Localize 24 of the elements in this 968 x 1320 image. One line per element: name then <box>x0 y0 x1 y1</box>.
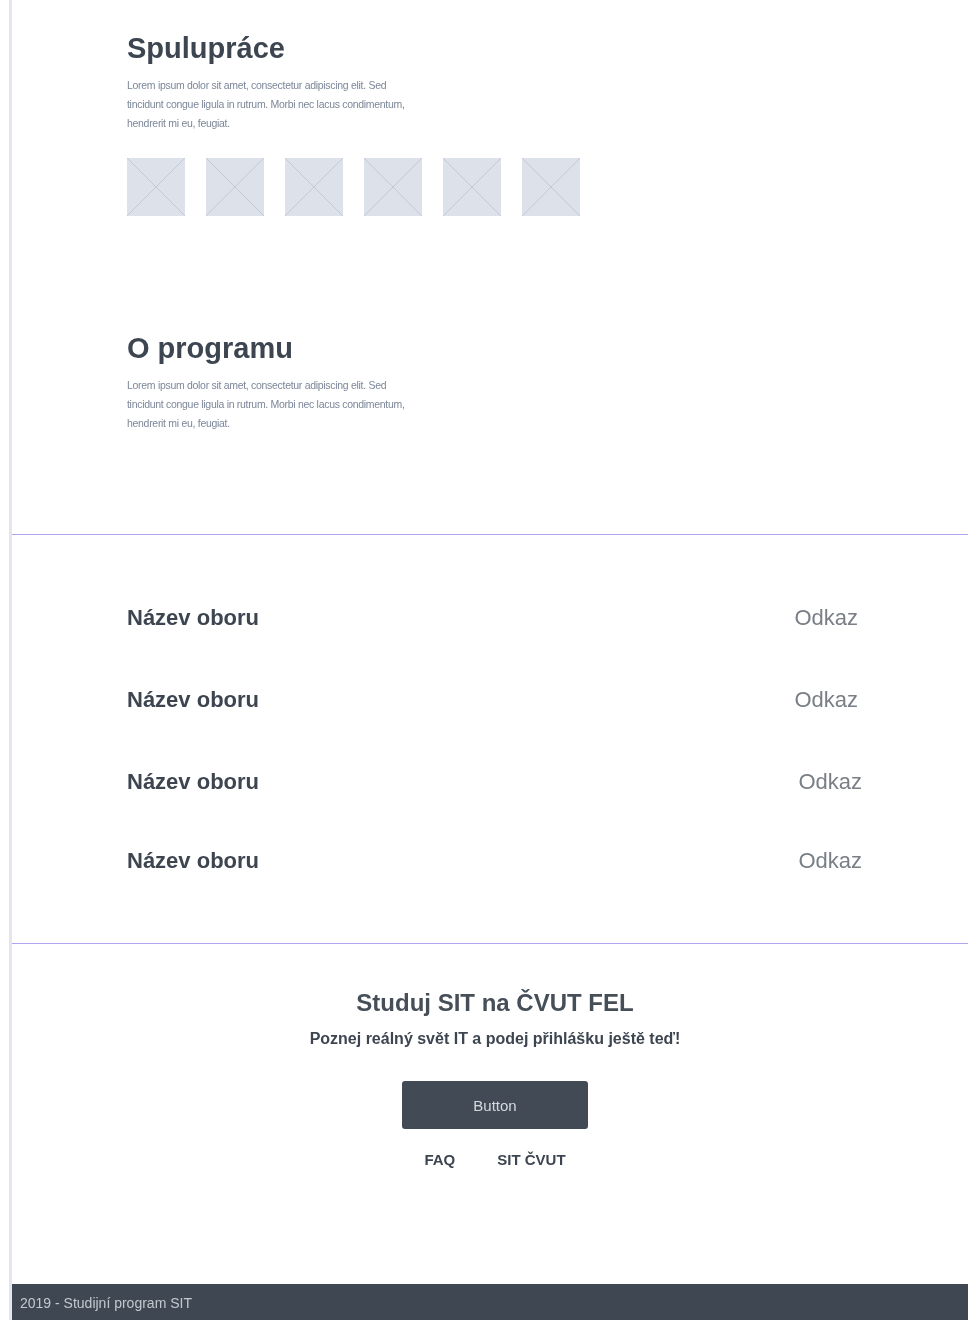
field-name: Název oboru <box>127 605 260 631</box>
image-placeholder-icon <box>206 158 264 216</box>
field-link[interactable]: Odkaz <box>798 848 862 874</box>
section-heading: Spulupráce <box>127 31 286 66</box>
footer-text: 2019 - Studijní program SIT <box>12 1284 968 1320</box>
image-placeholder-icon <box>443 158 501 216</box>
image-placeholder-icon <box>127 158 185 216</box>
field-name: Název oboru <box>127 687 260 713</box>
field-name: Název oboru <box>127 848 260 874</box>
field-link[interactable]: Odkaz <box>798 769 862 795</box>
section-heading: O programu <box>127 331 294 366</box>
field-name: Název oboru <box>127 769 260 795</box>
section-text: Lorem ipsum dolor sit amet, consectetur adipiscing elit. Sed tincidunt congue ligula in rutrum. Morbi nec lacus condimentum, hendrerit mi eu, feugiat. <box>127 378 406 431</box>
field-link[interactable]: Odkaz <box>794 605 858 631</box>
image-placeholder-icon <box>364 158 422 216</box>
image-placeholder-icon <box>285 158 343 216</box>
field-link[interactable]: Odkaz <box>794 687 858 713</box>
section-text: Lorem ipsum dolor sit amet, consectetur adipiscing elit. Sed tincidunt congue ligula in rutrum. Morbi nec lacus condimentum, hendrerit mi eu, feugiat. <box>127 78 406 131</box>
image-placeholder-icon <box>522 158 580 216</box>
cta-heading: Studuj SIT na ČVUT FEL <box>356 988 634 1018</box>
footer-link[interactable]: SIT ČVUT <box>497 1151 566 1168</box>
cta-subtitle: Poznej reálný svět IT a podej přihlášku ještě teď! <box>309 1030 681 1048</box>
footer-link[interactable]: FAQ <box>424 1151 456 1168</box>
cta-button[interactable]: Button <box>402 1081 588 1129</box>
